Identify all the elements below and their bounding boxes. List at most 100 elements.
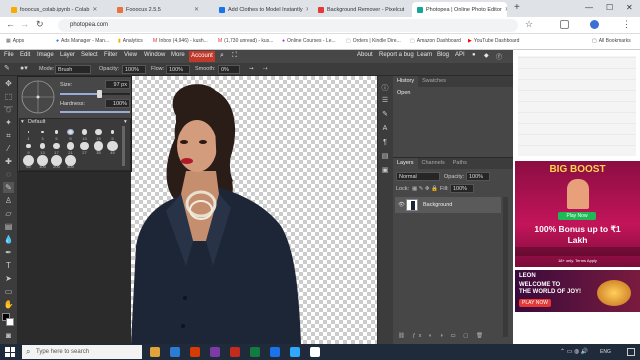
close-tab-icon[interactable]: ✕	[194, 6, 199, 13]
shape-tool-icon[interactable]: ▭	[3, 286, 14, 297]
bookmark-youtube[interactable]: ▶ YouTube Dashboard	[468, 38, 519, 44]
new-tab-button[interactable]: +	[514, 2, 520, 13]
image-panel-icon[interactable]: ▣	[380, 166, 390, 176]
close-tab-icon[interactable]: ✕	[505, 6, 507, 13]
taskbar-app-icon[interactable]	[310, 347, 320, 357]
browser-tab-fooocus[interactable]: Fooocus 2.5.5 ✕	[112, 2, 204, 17]
menu-edit[interactable]: Edit	[20, 52, 30, 58]
brush-preset[interactable]: 1	[22, 127, 35, 141]
paragraph-icon[interactable]: ¶	[380, 138, 390, 148]
clone-stamp-icon[interactable]: ♙	[3, 195, 14, 206]
url-bar[interactable]: photopea.com	[58, 19, 518, 32]
menu-layer[interactable]: Layer	[60, 52, 75, 58]
avatar[interactable]	[590, 20, 599, 29]
browser-tab-add-clothes[interactable]: Add Clothes to Model Instantly ✕	[214, 2, 308, 17]
brush-preset[interactable]: 45	[106, 140, 119, 155]
airbrush-icon[interactable]: ⇝	[249, 66, 254, 72]
brush-preset[interactable]: 9	[64, 127, 77, 141]
brush-preset[interactable]: 13	[36, 141, 49, 155]
layer-footer-icons[interactable]: ⛓ ƒx ◐ ◑ ▭ ▢ 🗑	[398, 333, 486, 339]
fullscreen-icon[interactable]: ⛶	[232, 52, 237, 60]
taskbar-app-icon[interactable]	[170, 347, 180, 357]
taskbar-app-icon[interactable]	[270, 347, 280, 357]
browser-tab-photopea[interactable]: Photopea | Online Photo Editor ✕	[412, 2, 507, 17]
brush-preset[interactable]: 300	[64, 154, 77, 169]
brush-tool-icon[interactable]: ✎	[4, 64, 10, 72]
browser-tab-pixelcut[interactable]: Background Remover - Pixelcut ✕	[313, 2, 408, 17]
ad2-play-button[interactable]: PLAY NOW	[519, 299, 551, 307]
language-indicator[interactable]: ENG	[600, 349, 611, 355]
taskbar-app-icon[interactable]	[190, 347, 200, 357]
account-button[interactable]: Account	[189, 51, 215, 62]
bookmark-star-icon[interactable]: ☆	[525, 19, 533, 30]
menu-report-bug[interactable]: Report a bug	[379, 52, 414, 58]
lasso-tool-icon[interactable]: ➰	[3, 104, 14, 115]
pen-tool-icon[interactable]: ✒	[3, 247, 14, 258]
size-slider-handle[interactable]	[96, 90, 102, 98]
taskbar-app-icon[interactable]	[210, 347, 220, 357]
bookmark-online-courses[interactable]: ● Online Courses - Le...	[282, 38, 336, 44]
tab-history[interactable]: History	[393, 76, 419, 87]
preset-scrollbar[interactable]	[122, 126, 125, 166]
taskbar-app-icon[interactable]	[290, 347, 300, 357]
close-window-icon[interactable]: ✕	[626, 3, 633, 12]
menu-select[interactable]: Select	[81, 52, 98, 58]
bookmark-inbox[interactable]: M Inbox (4,946) - kush...	[153, 38, 208, 44]
quick-mask-icon[interactable]: ◙	[3, 330, 14, 341]
bookmark-kindle[interactable]: ▢ Orders | Kindle Dire...	[346, 38, 401, 44]
brush-preset[interactable]: 5	[50, 127, 63, 141]
menu-blog[interactable]: Blog	[437, 52, 449, 58]
facebook-icon[interactable]: ⓕ	[496, 52, 502, 61]
hand-tool-icon[interactable]: ✋	[3, 299, 14, 310]
bookmark-analytics[interactable]: ▮ Analytics	[118, 38, 143, 44]
reload-icon[interactable]: ↻	[36, 19, 44, 30]
tab-channels[interactable]: Channels	[418, 158, 449, 169]
brush-angle-control[interactable]	[20, 78, 56, 116]
brush-tool-icon[interactable]: ✎	[3, 182, 14, 193]
browser-menu-icon[interactable]: ⋮	[622, 19, 631, 30]
brush-preset[interactable]: 13	[78, 127, 91, 141]
search-icon[interactable]: ⌕	[220, 52, 224, 60]
close-tab-icon[interactable]: ✕	[306, 6, 308, 13]
marquee-tool-icon[interactable]: ⬚	[3, 91, 14, 102]
forward-icon[interactable]: →	[20, 19, 29, 29]
brush-preset[interactable]: 100	[36, 154, 49, 169]
eraser-tool-icon[interactable]: ▱	[3, 208, 14, 219]
menu-api[interactable]: API	[455, 52, 465, 58]
close-tab-icon[interactable]: ✕	[407, 6, 408, 13]
tab-swatches[interactable]: Swatches	[418, 76, 450, 87]
brush-preset[interactable]: 3	[36, 127, 49, 141]
brush-preset[interactable]: 27	[78, 141, 91, 155]
brush-preset[interactable]: 200	[50, 154, 63, 169]
spot-tool-icon[interactable]: ◌	[3, 169, 14, 180]
ad-big-boost[interactable]: BIG BOOST Play Now 100% Bonus up to ₹1 L…	[515, 161, 640, 267]
back-icon[interactable]: ←	[6, 19, 15, 29]
brush-preset[interactable]: 5	[106, 127, 119, 141]
preset-settings-icon[interactable]: ▾	[124, 119, 127, 125]
path-select-icon[interactable]: ➤	[3, 273, 14, 284]
magic-wand-icon[interactable]: ✦	[3, 117, 14, 128]
menu-window[interactable]: Window	[144, 52, 165, 58]
lock-icons[interactable]: ▦ ✎ ✥ 🔒	[412, 186, 438, 192]
tab-layers[interactable]: Layers	[393, 158, 418, 169]
background-color-swatch[interactable]	[6, 318, 14, 326]
layer-name[interactable]: Background	[423, 202, 452, 208]
fill-field[interactable]: 100%	[450, 184, 474, 193]
taskbar-app-icon[interactable]	[150, 347, 160, 357]
blur-tool-icon[interactable]: 💧	[3, 234, 14, 245]
blend-mode-select[interactable]: Normal	[396, 172, 440, 181]
bookmark-apps[interactable]: ▦ Apps	[6, 38, 24, 44]
layers-scrollbar[interactable]	[503, 197, 508, 337]
taskbar-search-input[interactable]: Type here to search	[22, 345, 142, 359]
brush-preset[interactable]: 65	[22, 154, 35, 169]
healing-tool-icon[interactable]: ✚	[3, 156, 14, 167]
visibility-eye-icon[interactable]: 👁	[398, 202, 405, 208]
gradient-tool-icon[interactable]: ▤	[3, 221, 14, 232]
menu-file[interactable]: File	[4, 52, 14, 58]
opacity-field[interactable]: 100%	[122, 65, 146, 74]
size-field[interactable]: 97 px	[105, 80, 130, 89]
smooth-field[interactable]: 0%	[218, 65, 240, 74]
brush-preset[interactable]: 9	[22, 141, 35, 155]
ad-leon[interactable]: LEON WELCOME TO THE WORLD OF JOY! PLAY N…	[515, 270, 640, 312]
menu-learn[interactable]: Learn	[417, 52, 432, 58]
